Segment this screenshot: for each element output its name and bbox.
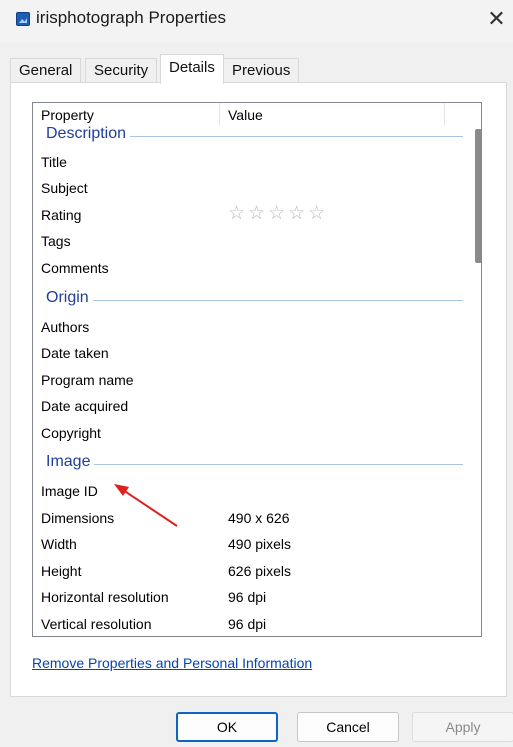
group-heading: Origin — [46, 289, 93, 307]
image-file-icon — [16, 12, 30, 26]
property-name[interactable]: Width — [41, 536, 77, 552]
tab-security[interactable]: Security — [85, 58, 158, 83]
property-value[interactable]: 490 x 626 — [228, 510, 290, 526]
property-value[interactable]: 96 dpi — [228, 589, 266, 605]
property-name[interactable]: Height — [41, 563, 81, 579]
property-name[interactable]: Copyright — [41, 425, 101, 441]
group-heading: Description — [46, 125, 131, 143]
list-header: Property Value — [33, 103, 473, 126]
tab-general[interactable]: General — [10, 58, 82, 83]
property-value[interactable]: 96 dpi — [228, 616, 266, 632]
apply-button[interactable]: Apply — [412, 712, 513, 742]
window-title: irisphotograph Properties — [36, 8, 226, 27]
property-name[interactable]: Subject — [41, 180, 88, 196]
property-value[interactable]: 626 pixels — [228, 563, 291, 579]
property-name[interactable]: Image ID — [41, 483, 98, 499]
property-value[interactable]: 490 pixels — [228, 536, 291, 552]
group-divider-line — [46, 464, 463, 465]
property-name[interactable]: Date taken — [41, 345, 109, 361]
scrollbar-thumb[interactable] — [475, 129, 481, 263]
property-name[interactable]: Comments — [41, 260, 109, 276]
vertical-scrollbar[interactable] — [473, 103, 481, 636]
column-header-property[interactable]: Property — [41, 107, 94, 123]
group-origin: Origin — [33, 289, 473, 311]
property-name[interactable]: Dimensions — [41, 510, 114, 526]
group-heading: Image — [46, 453, 95, 471]
property-name[interactable]: Title — [41, 154, 67, 170]
title-bar: irisphotograph Properties ✕ — [0, 0, 513, 42]
column-divider[interactable] — [219, 103, 220, 126]
property-list[interactable]: Property Value Description Title Subject… — [32, 102, 482, 637]
property-name[interactable]: Program name — [41, 372, 134, 388]
property-name[interactable]: Vertical resolution — [41, 616, 152, 632]
ok-button[interactable]: OK — [176, 712, 278, 742]
column-header-value[interactable]: Value — [228, 107, 263, 123]
property-name[interactable]: Tags — [41, 233, 71, 249]
tab-details[interactable]: Details — [160, 54, 224, 84]
cancel-button[interactable]: Cancel — [297, 712, 399, 742]
column-divider[interactable] — [444, 103, 445, 126]
property-name[interactable]: Date acquired — [41, 398, 128, 414]
tab-previous-versions[interactable]: Previous Versions — [223, 58, 300, 102]
group-image: Image — [33, 453, 473, 475]
group-divider-line — [46, 300, 463, 301]
close-button[interactable]: ✕ — [480, 2, 513, 38]
remove-properties-link[interactable]: Remove Properties and Personal Informati… — [32, 655, 312, 671]
details-panel: Property Value Description Title Subject… — [10, 82, 507, 697]
property-name[interactable]: Horizontal resolution — [41, 589, 169, 605]
property-name[interactable]: Authors — [41, 319, 89, 335]
rating-stars[interactable]: ☆☆☆☆☆ — [228, 202, 328, 224]
group-description: Description — [33, 125, 473, 147]
property-name[interactable]: Rating — [41, 207, 81, 223]
